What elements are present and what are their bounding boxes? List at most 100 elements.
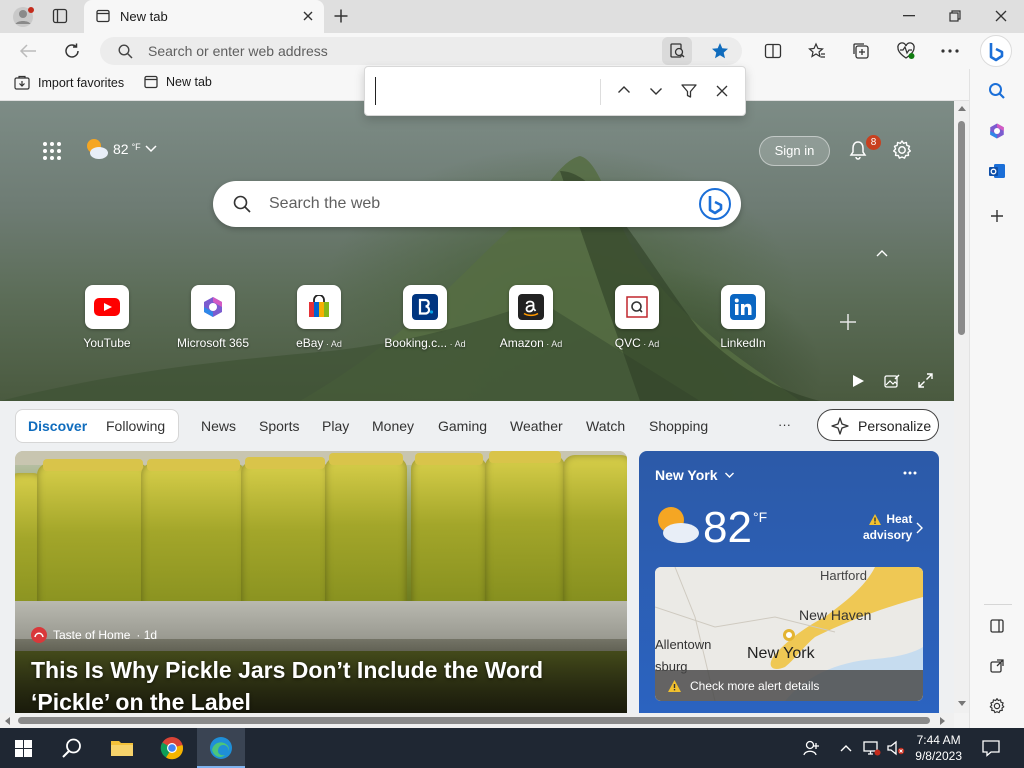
alert-details-link[interactable]: Check more alert details xyxy=(655,670,923,701)
news-feed: Discover Following News Sports Play Mone… xyxy=(0,401,954,713)
taskbar-search-icon[interactable] xyxy=(61,737,83,759)
sidebar-search-icon[interactable] xyxy=(988,82,1006,100)
taskbar-edge-active[interactable] xyxy=(197,728,245,768)
chrome-icon[interactable] xyxy=(160,736,184,760)
favorites-item-import[interactable]: Import favorites xyxy=(14,75,124,91)
fullscreen-icon[interactable] xyxy=(918,373,933,388)
change-background-icon[interactable] xyxy=(884,373,900,389)
settings-and-more-icon[interactable] xyxy=(941,49,959,53)
new-tab-button[interactable] xyxy=(333,8,349,24)
collections-icon[interactable] xyxy=(852,42,870,60)
browser-essentials-icon[interactable] xyxy=(896,41,916,61)
vertical-scroll-thumb[interactable] xyxy=(958,121,965,335)
chevron-down-icon[interactable] xyxy=(144,144,158,154)
sidebar-outlook-icon[interactable] xyxy=(988,162,1006,180)
chevron-right-icon[interactable] xyxy=(916,522,923,534)
nav-news[interactable]: News xyxy=(201,418,236,434)
horizontal-scroll-thumb[interactable] xyxy=(18,717,930,724)
collapse-chevron-up-icon[interactable] xyxy=(876,249,888,257)
bing-chat-icon[interactable] xyxy=(699,188,731,220)
nav-weather[interactable]: Weather xyxy=(510,418,563,434)
article-title[interactable]: This Is Why Pickle Jars Don’t Include th… xyxy=(31,654,543,713)
windows-start-icon[interactable] xyxy=(15,740,32,757)
personalize-button[interactable]: Personalize xyxy=(817,409,939,441)
action-center-notifications-icon[interactable] xyxy=(982,739,1000,757)
favorites-item-new-tab[interactable]: New tab xyxy=(144,75,212,89)
find-on-page-icon[interactable] xyxy=(662,37,692,65)
nav-gaming[interactable]: Gaming xyxy=(438,418,487,434)
scroll-up-arrow-icon[interactable] xyxy=(958,105,966,111)
weather-card[interactable]: New York 82 °F Heat advisory Hartford Ne… xyxy=(639,451,939,713)
address-bar[interactable]: Search or enter web address xyxy=(100,37,742,65)
close-tab-icon[interactable] xyxy=(302,10,314,22)
nav-play[interactable]: Play xyxy=(322,418,349,434)
weather-card-more-icon[interactable] xyxy=(903,471,917,475)
scroll-left-arrow-icon[interactable] xyxy=(4,717,10,725)
nav-sports[interactable]: Sports xyxy=(259,418,299,434)
nav-watch[interactable]: Watch xyxy=(586,418,625,434)
taskbar-clock[interactable]: 7:44 AM 9/8/2023 xyxy=(915,732,962,764)
weather-location-selector[interactable]: New York xyxy=(655,467,735,483)
bing-copilot-icon[interactable] xyxy=(980,35,1012,67)
quick-link-qvc[interactable]: QVC · Ad xyxy=(592,285,682,350)
tab-new-tab[interactable]: New tab xyxy=(84,0,324,33)
find-input[interactable] xyxy=(375,77,595,105)
article-card[interactable]: Taste of Home · 1d This Is Why Pickle Ja… xyxy=(15,451,627,713)
minimize-icon[interactable] xyxy=(903,15,915,17)
restore-icon[interactable] xyxy=(949,10,961,22)
quick-link-linkedin[interactable]: LinkedIn xyxy=(698,285,788,350)
quick-link-amazon[interactable]: Amazon · Ad xyxy=(486,285,576,350)
horizontal-scrollbar[interactable] xyxy=(0,713,954,728)
favorite-star-icon[interactable] xyxy=(711,42,729,60)
tab-following[interactable]: Following xyxy=(106,418,165,434)
play-video-icon[interactable] xyxy=(851,374,865,388)
next-result-chevron-down-icon[interactable] xyxy=(649,87,663,96)
apps-launcher-icon[interactable] xyxy=(42,141,62,161)
article-title-line-1: This Is Why Pickle Jars Don’t Include th… xyxy=(31,657,544,683)
network-icon[interactable] xyxy=(863,740,881,756)
volume-muted-icon[interactable] xyxy=(887,740,905,756)
sidebar-add-icon[interactable] xyxy=(990,209,1004,223)
nav-shopping[interactable]: Shopping xyxy=(649,418,708,434)
back-icon[interactable] xyxy=(19,43,37,59)
previous-result-chevron-up-icon[interactable] xyxy=(617,85,631,94)
people-icon[interactable] xyxy=(803,739,821,757)
open-in-window-icon[interactable] xyxy=(990,659,1004,673)
quick-link-booking[interactable]: Booking.c... · Ad xyxy=(380,285,470,350)
weather-map[interactable]: Hartford New Haven Allentown New York sb… xyxy=(655,567,923,701)
sign-in-button[interactable]: Sign in xyxy=(759,136,830,166)
quick-link-microsoft-365[interactable]: Microsoft 365 xyxy=(168,285,258,350)
tab-discover[interactable]: Discover xyxy=(28,418,87,434)
scroll-down-arrow-icon[interactable] xyxy=(958,701,966,707)
heat-advisory-link[interactable]: Heat advisory xyxy=(863,511,912,543)
find-filter-icon[interactable] xyxy=(681,83,697,99)
weather-temp: 82 xyxy=(113,141,129,157)
refresh-icon[interactable] xyxy=(63,42,81,60)
weather-widget[interactable]: 82 °F xyxy=(84,137,158,161)
tab-actions-icon[interactable] xyxy=(52,8,68,24)
alert-title: Heat xyxy=(886,512,913,526)
close-find-icon[interactable] xyxy=(716,85,728,97)
vertical-scrollbar[interactable] xyxy=(954,101,969,713)
nav-money[interactable]: Money xyxy=(372,418,414,434)
add-quick-link-icon[interactable] xyxy=(839,313,857,331)
close-window-icon[interactable] xyxy=(995,10,1007,22)
show-hidden-icons-chevron-up-icon[interactable] xyxy=(840,744,852,752)
scroll-right-arrow-icon[interactable] xyxy=(940,717,946,725)
page-settings-gear-icon[interactable] xyxy=(891,139,913,161)
web-search-placeholder: Search the web xyxy=(269,195,381,212)
article-source-name: Taste of Home xyxy=(53,628,131,642)
file-explorer-icon[interactable] xyxy=(110,738,134,758)
hide-sidebar-icon[interactable] xyxy=(990,619,1004,633)
more-nav-button[interactable]: ··· xyxy=(778,417,791,432)
quick-link-ebay[interactable]: eBay · Ad xyxy=(274,285,364,350)
sidebar-settings-gear-icon[interactable] xyxy=(988,697,1006,715)
clock-time: 7:44 AM xyxy=(916,733,961,747)
profile-avatar-icon[interactable] xyxy=(12,6,34,28)
weather-card-unit: °F xyxy=(753,509,768,525)
favorites-icon[interactable] xyxy=(808,42,826,60)
quick-link-youtube[interactable]: YouTube xyxy=(62,285,152,350)
split-screen-icon[interactable] xyxy=(764,42,782,60)
web-search-box[interactable]: Search the web xyxy=(213,181,741,227)
sidebar-microsoft-365-icon[interactable] xyxy=(988,122,1006,140)
